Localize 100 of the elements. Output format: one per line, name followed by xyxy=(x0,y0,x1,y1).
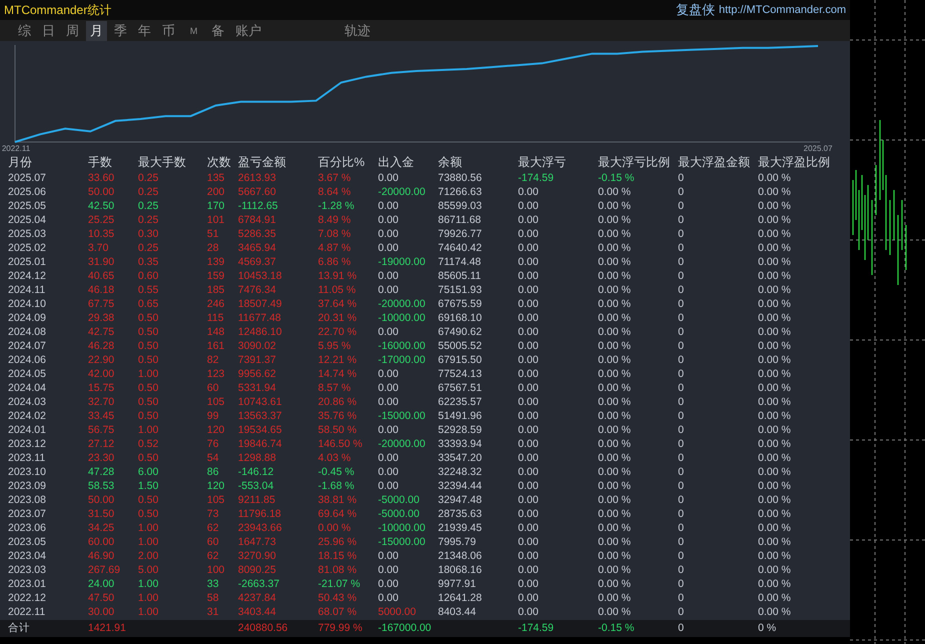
table-cell-text: 148 xyxy=(207,325,226,339)
table-cell-text: 60 xyxy=(207,535,220,549)
table-cell-text: 115 xyxy=(207,311,225,325)
table-cell-text: 2023.07 xyxy=(8,507,47,521)
table-cell-text: 170 xyxy=(207,199,226,213)
table-cell-text: 2025.04 xyxy=(8,213,47,227)
table-cell-text: 1.00 xyxy=(138,521,160,535)
table-cell-text: 47.50 xyxy=(88,591,116,605)
table-cell-text: 0.00 % xyxy=(758,199,792,213)
tab[interactable]: 周 xyxy=(62,20,83,40)
table-cell-text: 0.00 % xyxy=(598,339,632,353)
table-cell-text: 99 xyxy=(207,409,220,423)
tab[interactable]: 综 xyxy=(14,20,35,40)
table-cell-text: 185 xyxy=(207,283,226,297)
table-cell-text: 8.64 % xyxy=(318,185,352,199)
table-cell-text: 2025.01 xyxy=(8,255,47,269)
table-cell-text: 2613.93 xyxy=(238,171,277,185)
table-cell-text: 0.00 xyxy=(518,311,540,325)
column-header: 最大浮盈比例 xyxy=(758,155,831,170)
table-cell-text: 0.00 % xyxy=(598,423,632,437)
table-cell-text: 0.00 xyxy=(378,241,400,255)
table-cell-text: 33547.20 xyxy=(438,451,483,465)
tab[interactable]: 币 xyxy=(158,20,179,40)
website-link[interactable]: http://MTCommander.com xyxy=(718,4,846,16)
table-cell-text: 0.00 xyxy=(378,367,400,381)
table-cell-text: 159 xyxy=(207,269,226,283)
table-cell-text: 20.31 % xyxy=(318,311,358,325)
table-cell-text: 46.90 xyxy=(88,549,116,563)
table-cell-text: 15.75 xyxy=(88,381,116,395)
table-cell-text: 7995.79 xyxy=(438,535,477,549)
table-cell-text: 73 xyxy=(207,507,220,521)
table-cell-text: 85599.03 xyxy=(438,199,483,213)
table-cell-text: 0.00 xyxy=(518,409,540,423)
table-cell-text: 0.00 xyxy=(378,465,400,479)
table-cell-text: 0.25 xyxy=(138,199,160,213)
table-cell-text: 0 xyxy=(678,465,685,479)
tab[interactable]: 轨迹 xyxy=(340,20,374,40)
table-cell-text: 33 xyxy=(207,577,220,591)
table-cell-text: 12486.10 xyxy=(238,325,283,339)
column-header: 手数 xyxy=(88,155,113,170)
tab[interactable]: 月 xyxy=(86,20,107,40)
table-cell-text: 0.00 xyxy=(518,199,540,213)
table-cell-text: 0 xyxy=(678,409,685,423)
table-cell-text: 0.00 xyxy=(378,269,400,283)
column-header: 最大浮亏比例 xyxy=(598,155,671,170)
table-cell-text: 81.08 % xyxy=(318,563,358,577)
table-cell-text: 10.35 xyxy=(88,227,116,241)
total-cell-text: -167000.00 xyxy=(378,621,432,636)
table-cell-text: 58.50 % xyxy=(318,423,358,437)
table-cell-text: 46.28 xyxy=(88,339,116,353)
table-cell-text: 0.50 xyxy=(138,507,160,521)
table-cell-text: 0 xyxy=(678,213,685,227)
table-cell-text: 0.25 xyxy=(138,171,160,185)
table-cell-text: 0 xyxy=(678,185,685,199)
table-cell-text: 50.00 xyxy=(88,185,116,199)
tab[interactable]: 季 xyxy=(110,20,131,40)
brand-name: 复盘侠 xyxy=(676,1,715,19)
table-cell-text: 0.50 xyxy=(138,451,160,465)
table-cell-text: 0.00 xyxy=(518,297,540,311)
table-cell-text: 3090.02 xyxy=(238,339,277,353)
table-cell-text: 2023.03 xyxy=(8,563,47,577)
table-cell-text: 2024.08 xyxy=(8,325,47,339)
table-cell-text: 0 xyxy=(678,381,685,395)
table-cell-text: 14.74 % xyxy=(318,367,358,381)
table-cell-text: 0.00 % xyxy=(758,563,792,577)
table-cell-text: -16000.00 xyxy=(378,339,426,353)
table-cell-text: -0.45 % xyxy=(318,465,356,479)
total-cell-text: 0 % xyxy=(758,621,778,636)
tab[interactable]: 日 xyxy=(38,20,59,40)
table-cell-text: 0 xyxy=(678,577,685,591)
table-cell-text: 2022.12 xyxy=(8,591,47,605)
tab[interactable]: 年 xyxy=(134,20,155,40)
table-cell-text: 7476.34 xyxy=(238,283,277,297)
tab[interactable]: 备 xyxy=(208,20,228,40)
table-cell-text: 0.00 xyxy=(378,325,400,339)
table-cell-text: 0.00 % xyxy=(758,311,792,325)
table-cell-text: 0.65 xyxy=(138,297,160,311)
table-cell-text: 69168.10 xyxy=(438,311,483,325)
table-cell-text: 2024.09 xyxy=(8,311,47,325)
table-cell-text: 38.81 % xyxy=(318,493,358,507)
table-cell-text: 75151.93 xyxy=(438,283,483,297)
table-cell-text: 2023.06 xyxy=(8,521,47,535)
table-cell-text: 2023.04 xyxy=(8,549,47,563)
table-cell-text: -15000.00 xyxy=(378,409,426,423)
table-cell-text: 0.00 % xyxy=(598,227,632,241)
table-cell-text: 0 xyxy=(678,395,685,409)
table-cell-text: 100 xyxy=(207,563,226,577)
table-cell-text: 0.00 % xyxy=(598,535,632,549)
table-cell-text: 51491.96 xyxy=(438,409,483,423)
table-cell-text: 28 xyxy=(207,241,220,255)
table-cell-text: 0.50 xyxy=(138,395,160,409)
table-cell-text: 0.00 % xyxy=(598,507,632,521)
table-cell-text: 0 xyxy=(678,507,685,521)
table-cell-text: 0 xyxy=(678,493,685,507)
tab[interactable]: M xyxy=(186,24,202,36)
table-cell-text: 6.86 % xyxy=(318,255,352,269)
column-header: 余额 xyxy=(438,155,463,170)
table-cell-text: 0.00 xyxy=(518,493,540,507)
table-cell-text: 86711.68 xyxy=(438,213,482,227)
tab[interactable]: 账户 xyxy=(232,20,266,40)
